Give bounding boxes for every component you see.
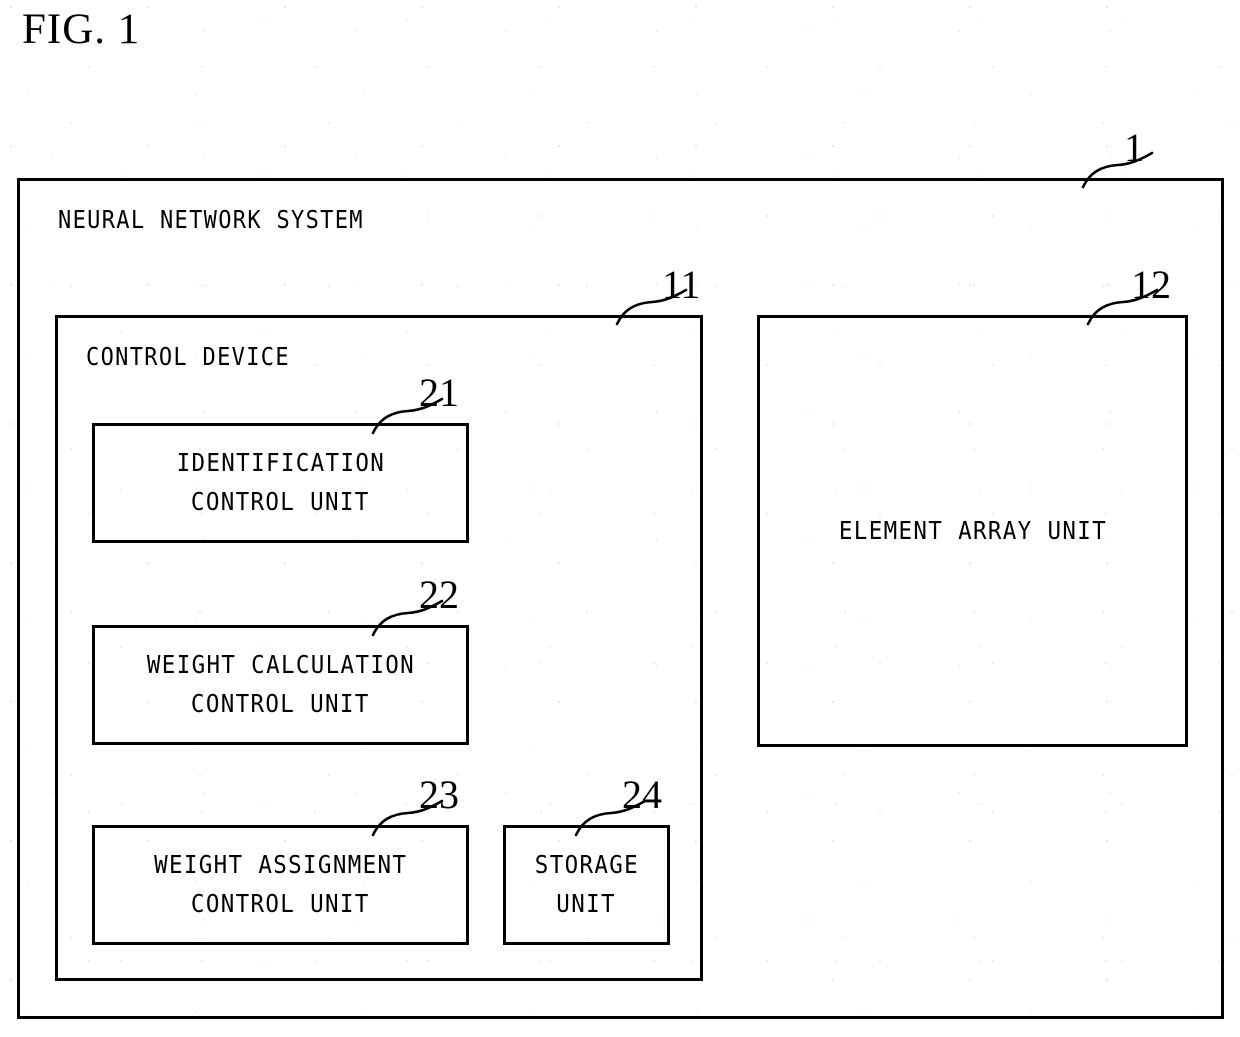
storage-unit-line1: STORAGE [534, 850, 639, 880]
reference-numeral-weight-assignment-control-unit: 23 [419, 772, 459, 817]
element-array-unit-label: ELEMENT ARRAY UNIT [760, 318, 1185, 744]
weight-assignment-control-unit-line1: WEIGHT ASSIGNMENT [153, 850, 408, 880]
reference-numeral-storage-unit: 24 [622, 772, 662, 817]
element-array-unit-box: ELEMENT ARRAY UNIT [757, 315, 1188, 747]
identification-control-unit-line1: IDENTIFICATION [176, 448, 385, 478]
identification-control-unit-line2: CONTROL UNIT [191, 487, 370, 516]
element-array-unit-label-text: ELEMENT ARRAY UNIT [838, 515, 1107, 545]
weight-calculation-control-unit-line1: WEIGHT CALCULATION [146, 650, 415, 680]
reference-numeral-control-device: 11 [662, 262, 701, 307]
weight-calculation-control-unit-box: WEIGHT CALCULATION CONTROL UNIT [92, 625, 469, 745]
storage-unit-line2: UNIT [556, 889, 617, 918]
identification-control-unit-label: IDENTIFICATION CONTROL UNIT [95, 426, 466, 540]
reference-numeral-identification-control-unit: 21 [419, 370, 459, 415]
storage-unit-box: STORAGE UNIT [503, 825, 670, 945]
weight-calculation-control-unit-line2: CONTROL UNIT [191, 689, 370, 718]
reference-numeral-system: 1 [1124, 125, 1144, 170]
figure-title: FIG. 1 [22, 6, 141, 53]
identification-control-unit-box: IDENTIFICATION CONTROL UNIT [92, 423, 469, 543]
weight-assignment-control-unit-box: WEIGHT ASSIGNMENT CONTROL UNIT [92, 825, 469, 945]
storage-unit-label: STORAGE UNIT [506, 828, 667, 942]
reference-numeral-element-array-unit: 12 [1131, 262, 1171, 307]
weight-assignment-control-unit-label: WEIGHT ASSIGNMENT CONTROL UNIT [95, 828, 466, 942]
neural-network-system-label: NEURAL NETWORK SYSTEM [58, 205, 364, 234]
weight-assignment-control-unit-line2: CONTROL UNIT [191, 889, 370, 918]
control-device-label: CONTROL DEVICE [86, 342, 290, 371]
patent-figure: FIG. 1 NEURAL NETWORK SYSTEM 1 CONTROL D… [0, 0, 1240, 1037]
reference-numeral-weight-calculation-control-unit: 22 [419, 572, 459, 617]
weight-calculation-control-unit-label: WEIGHT CALCULATION CONTROL UNIT [95, 628, 466, 742]
